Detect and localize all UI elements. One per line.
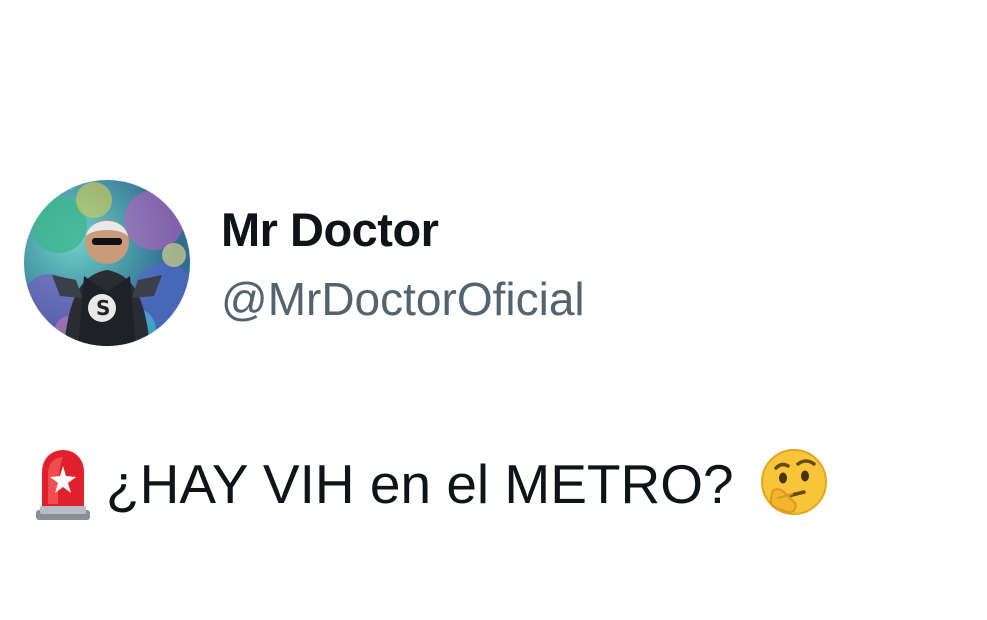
display-name[interactable]: Mr Doctor: [221, 202, 439, 257]
tweet-text: ¿HAY VIH en el METRO?: [106, 452, 734, 515]
tweet-text-row: ¿HAY VIH en el METRO?: [32, 446, 830, 522]
police-car-light-icon: [32, 446, 94, 522]
user-handle[interactable]: @MrDoctorOficial: [221, 272, 585, 326]
profile-photo-icon: S: [24, 180, 190, 346]
tweet-card: S Mr Doctor @MrDoctorOficial ¿HAY VIH en…: [0, 0, 987, 620]
avatar[interactable]: S: [24, 180, 190, 346]
thinking-face-icon: [758, 448, 830, 520]
svg-text:S: S: [96, 296, 110, 320]
